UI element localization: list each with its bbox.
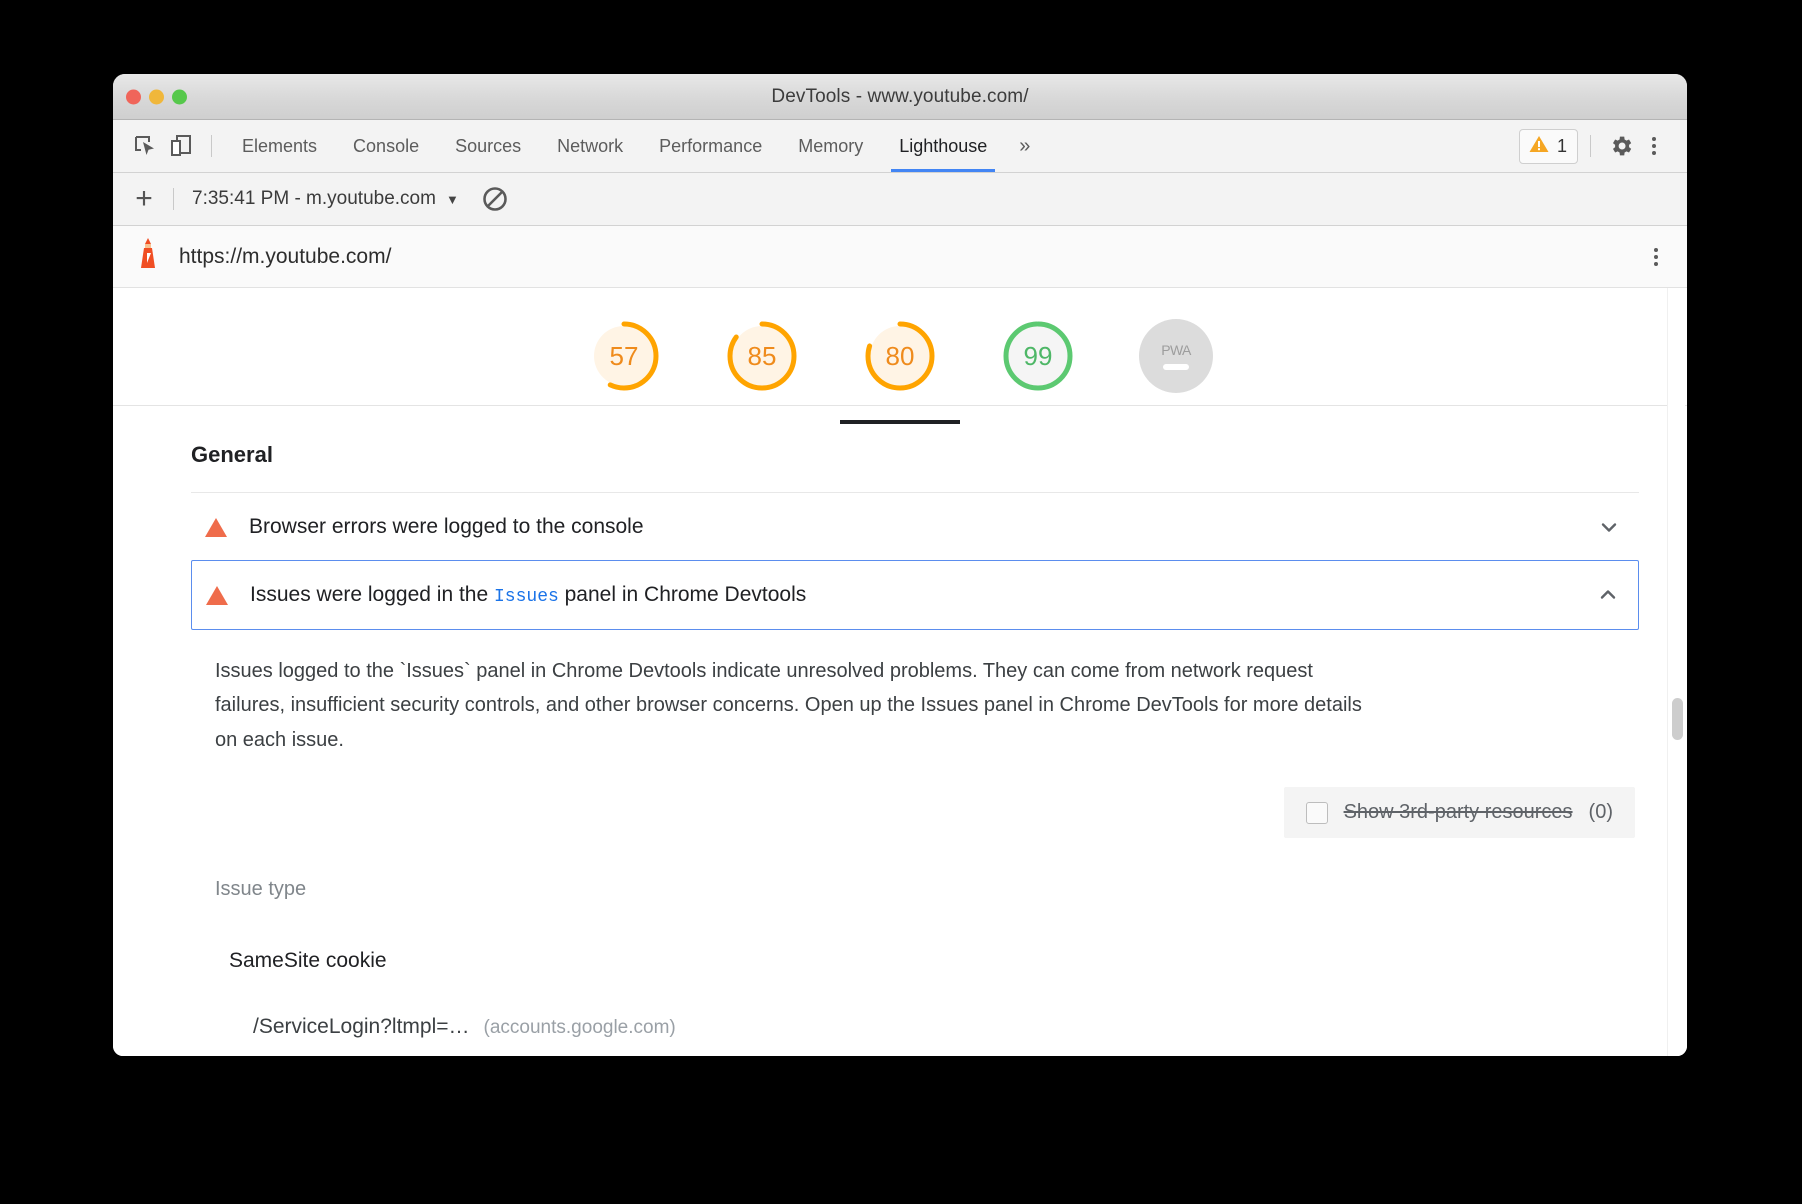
kebab-menu-icon[interactable] [1639,131,1669,161]
active-category-indicator [840,420,960,424]
tab-label: Memory [798,136,863,157]
audit-title: Issues were logged in the Issues panel i… [250,583,1574,607]
tab-lighthouse[interactable]: Lighthouse [881,120,1005,172]
gauge-ring: 85 [725,319,799,393]
screen: DevTools - www.youtube.com/ Elements [0,0,1802,1204]
kebab-menu-icon[interactable] [1641,242,1671,272]
section-title: General [113,406,1687,492]
issue-url: /ServiceLogin?ltmpl=… [253,1015,470,1039]
window-title: DevTools - www.youtube.com/ [113,86,1687,108]
warning-triangle-icon [205,518,227,537]
third-party-checkbox[interactable] [1306,802,1328,824]
gauge-value: 80 [863,319,937,393]
audit-issues-panel[interactable]: Issues were logged in the Issues panel i… [191,560,1639,630]
gauge-best-practices[interactable]: 80 [852,319,948,393]
toolbar-divider [211,135,212,157]
gauge-pwa-label: PWA [1161,342,1191,358]
gauge-ring: 80 [863,319,937,393]
zoom-button[interactable] [172,89,187,104]
tab-network[interactable]: Network [539,120,641,172]
close-button[interactable] [126,89,141,104]
gauge-pwa[interactable]: PWA [1128,319,1224,393]
tab-label: Performance [659,136,762,157]
gauge-value: 57 [587,319,661,393]
audit-title-prefix: Issues were logged in the [250,583,494,606]
minimize-button[interactable] [149,89,164,104]
audit-browser-errors[interactable]: Browser errors were logged to the consol… [191,492,1639,561]
report-url: https://m.youtube.com/ [179,245,391,269]
audit-list: Browser errors were logged to the consol… [113,492,1687,630]
chevron-double-right-icon: » [1019,135,1030,158]
chevron-up-icon[interactable] [1596,583,1620,607]
gauge-performance[interactable]: 57 [576,319,672,393]
third-party-count: (0) [1589,801,1613,824]
actions-divider [1590,135,1591,157]
more-tabs-button[interactable]: » [1005,120,1044,172]
tab-memory[interactable]: Memory [780,120,881,172]
run-selector[interactable]: 7:35:41 PM - m.youtube.com ▼ [192,188,459,210]
report-urlbar: https://m.youtube.com/ [113,226,1687,288]
warning-icon [1528,133,1550,160]
gear-icon[interactable] [1603,128,1639,164]
devtools-window: DevTools - www.youtube.com/ Elements [113,74,1687,1056]
inspect-element-icon[interactable] [127,128,163,164]
tab-label: Sources [455,136,521,157]
gauge-value: 99 [1001,319,1075,393]
gauge-accessibility[interactable]: 85 [714,319,810,393]
tab-label: Elements [242,136,317,157]
toolbar-divider [173,188,174,210]
report-scrollbar[interactable] [1667,288,1685,1056]
scrollbar-thumb[interactable] [1672,698,1683,740]
tab-performance[interactable]: Performance [641,120,780,172]
gauge-ring: 57 [587,319,661,393]
audit-title-code: Issues [494,587,559,607]
audit-section-general: General Browser errors were logged to th… [113,406,1687,1039]
tab-elements[interactable]: Elements [224,120,335,172]
gauge-value: 85 [725,319,799,393]
device-toolbar-icon[interactable] [163,128,199,164]
chevron-down-icon[interactable] [1597,515,1621,539]
gauge-ring: 99 [1001,319,1075,393]
lighthouse-icon [135,237,161,276]
issue-table: Issue type SameSite cookie /ServiceLogin… [215,878,1639,1039]
lighthouse-toolbar: + 7:35:41 PM - m.youtube.com ▼ [113,173,1687,226]
issue-table-column-header: Issue type [215,878,1639,901]
tab-sources[interactable]: Sources [437,120,539,172]
issue-host: (accounts.google.com) [484,1017,676,1039]
window-titlebar: DevTools - www.youtube.com/ [113,74,1687,120]
warning-badge[interactable]: 1 [1519,129,1578,164]
third-party-label: Show 3rd-party resources [1344,801,1573,824]
window-controls [126,89,187,104]
tab-label: Network [557,136,623,157]
devtools-tabstrip: Elements Console Sources Network Perform… [113,120,1687,173]
third-party-filter[interactable]: Show 3rd-party resources (0) [1284,787,1635,838]
clear-all-icon[interactable] [481,185,509,213]
lighthouse-report: 57 85 [113,288,1687,1056]
table-row[interactable]: /ServiceLogin?ltmpl=… (accounts.google.c… [215,973,1639,1039]
tabstrip-actions: 1 [1519,128,1679,164]
chevron-down-icon: ▼ [446,192,459,207]
run-selector-label: 7:35:41 PM - m.youtube.com [192,188,436,210]
gauge-pwa-dash [1163,364,1189,370]
warning-count: 1 [1557,136,1567,157]
new-audit-button[interactable]: + [127,184,161,214]
audit-description: Issues logged to the `Issues` panel in C… [215,654,1375,757]
score-gauges: 57 85 [113,288,1687,406]
warning-triangle-icon [206,586,228,605]
audit-title-suffix: panel in Chrome Devtools [559,583,806,606]
issue-group-name: SameSite cookie [215,901,1639,973]
tab-console[interactable]: Console [335,120,437,172]
gauge-pwa-badge: PWA [1139,319,1213,393]
panel-tabs: Elements Console Sources Network Perform… [224,120,1044,172]
third-party-filter-row: Show 3rd-party resources (0) [191,787,1639,838]
tab-label: Lighthouse [899,136,987,157]
gauge-seo[interactable]: 99 [990,319,1086,393]
tab-label: Console [353,136,419,157]
audit-title: Browser errors were logged to the consol… [249,515,1575,539]
audit-expanded-body: Issues logged to the `Issues` panel in C… [113,630,1687,1039]
